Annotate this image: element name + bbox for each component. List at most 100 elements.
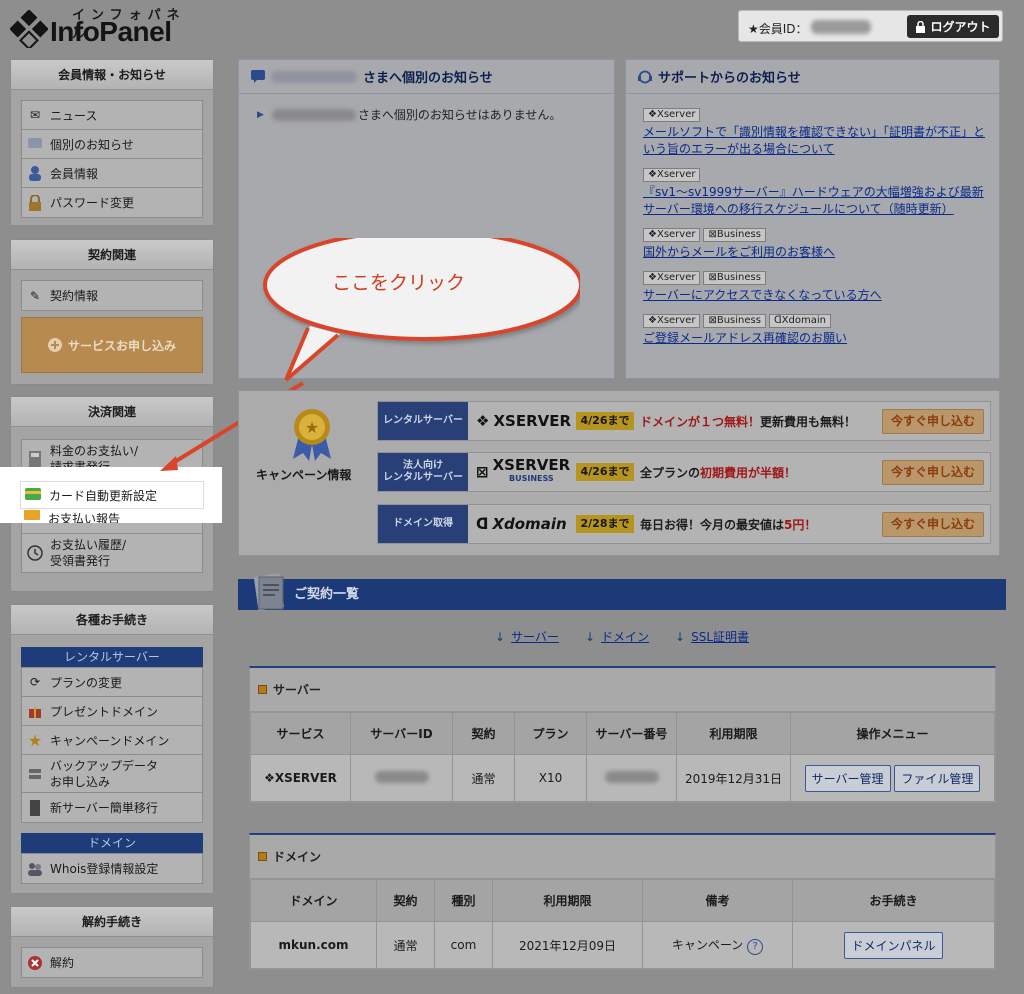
col-note: 備考 (642, 879, 793, 922)
sidebar-item-whois[interactable]: Whois登録情報設定 (22, 854, 202, 883)
support-news-link[interactable]: 『sv1～sv1999サーバー』ハードウェアの大幅増強および最新 (643, 184, 999, 201)
campaign-deadline: 4/26まで (576, 412, 634, 430)
cell-expiry: 2019年12月31日 (676, 754, 791, 802)
col-type: 種別 (434, 879, 493, 922)
support-news-link[interactable]: 国外からメールをご利用のお客様へ (643, 244, 999, 261)
sidebar-item-label: お支払い履歴/受領書発行 (50, 538, 127, 568)
cell-server-id (350, 754, 453, 802)
support-news-link[interactable]: サーバー環境への移行スケジュールについて（随時更新） (643, 201, 999, 218)
help-icon[interactable]: ? (747, 938, 764, 955)
anchor-domain[interactable]: ↓ ドメイン (585, 628, 649, 645)
card-auto-renew-link[interactable]: カード自動更新設定 (20, 481, 204, 509)
sidebar-item-password[interactable]: パスワード変更 (22, 188, 202, 217)
sidebar-item-personal-notice[interactable]: 個別のお知らせ (22, 130, 202, 159)
sidebar-item-label: 個別のお知らせ (50, 137, 134, 152)
sidebar-item-server-migration[interactable]: 新サーバー簡単移行 (22, 793, 202, 822)
sidebar-item-label: 契約情報 (50, 289, 99, 303)
sidebar-rental-server-heading: レンタルサーバー (21, 647, 203, 667)
anchor-ssl[interactable]: ↓ SSL証明書 (675, 628, 749, 645)
logo-diamond-icon (10, 10, 48, 48)
logout-label: ログアウト (930, 20, 991, 34)
sidebar-rental-list: ⟳ プランの変更 プレゼントドメイン ★ キャンペーンドメイン バックアップデータお… (21, 667, 203, 823)
campaign-text: ドメインが１つ無料！更新費用も無料！ (640, 415, 857, 429)
support-news-link[interactable]: メールソフトで「識別情報を確認できない」「証明書が不正」と (643, 124, 999, 141)
sidebar-item-cancel[interactable]: 解約 (22, 948, 202, 977)
sidebar-item-news[interactable]: ✉ ニュース (22, 101, 202, 130)
campaign-brand: ⊠ XSERVER BUSINESS (476, 456, 571, 484)
sidebar-item-plan-change[interactable]: ⟳ プランの変更 (22, 668, 202, 697)
user-icon (26, 164, 44, 182)
support-news-item: ❖Xserver メールソフトで「識別情報を確認できない」「証明書が不正」と いう旨… (643, 106, 999, 158)
support-news-list: ❖Xserver メールソフトで「識別情報を確認できない」「証明書が不正」と いう旨… (626, 94, 999, 347)
support-notice-panel: サポートからのお知らせ ❖Xserver メールソフトで「識別情報を確認できない」… (625, 59, 1000, 379)
headset-icon (638, 70, 652, 83)
service-tag: ❖Xserver (643, 168, 701, 182)
service-tag: ⊠Business (703, 271, 766, 285)
support-news-link[interactable]: サーバーにアクセスできなくなっている方へ (643, 287, 999, 304)
news-icon: ✉ (29, 108, 41, 122)
sidebar-item-label: ニュース (50, 108, 98, 123)
payment-report-icon (24, 510, 42, 523)
personal-notice-title: さまへ個別のお知らせ (239, 60, 614, 94)
col-contract: 契約 (376, 879, 435, 922)
calculator-icon (26, 450, 44, 468)
apply-now-button[interactable]: 今すぐ申し込む (882, 512, 984, 537)
callout-text: ここをクリック (332, 272, 466, 294)
sidebar-item-campaign-domain[interactable]: ★ キャンペーンドメイン (22, 726, 202, 755)
service-tag: ⊠Business (703, 228, 766, 242)
col-expiry: 利用期限 (676, 712, 791, 755)
support-news-item: ❖Xserver ⊠Business サーバーにアクセスできなくなっている方へ (643, 269, 999, 304)
sidebar-item-member-info[interactable]: 会員情報 (22, 159, 202, 188)
col-actions: 操作メニュー (790, 712, 995, 755)
sidebar-item-backup[interactable]: バックアップデータ お申し込み (22, 755, 202, 793)
domain-table-title: ドメイン (250, 835, 995, 879)
cell-server-number (586, 754, 677, 802)
sidebar-item-present-domain[interactable]: プレゼントドメイン (22, 697, 202, 726)
apply-now-button[interactable]: 今すぐ申し込む (882, 409, 984, 434)
domain-panel-button[interactable]: ドメインパネル (844, 931, 943, 959)
support-notice-title: サポートからのお知らせ (626, 60, 999, 94)
service-tag: ❖Xserver (643, 314, 701, 328)
server-id-redacted (374, 770, 429, 783)
campaign-row-label: ドメイン取得 (378, 505, 468, 543)
apply-now-button[interactable]: 今すぐ申し込む (882, 460, 984, 485)
sidebar-item-label: パスワード変更 (50, 196, 135, 210)
support-news-item: ❖Xserver ⊠Business ᗡXdomain ご登録メールアドレス再確認のお… (643, 312, 999, 347)
support-news-item: ❖Xserver ⊠Business 国外からメールをご利用のお客様へ (643, 226, 999, 261)
cell-plan: X10 (514, 754, 587, 802)
username-redacted (271, 70, 357, 83)
member-id-box: ★会員ID： ログアウト (738, 10, 1003, 42)
cell-note: キャンペーン ? (642, 921, 793, 969)
support-news-link[interactable]: ご登録メールアドレス再確認のお願い (643, 330, 999, 347)
table-row: ❖XSERVER 通常 X10 2019年12月31日 サーバー管理 ファイル管… (250, 754, 995, 802)
campaign-label: キャンペーン情報 (256, 468, 352, 482)
file-manage-button[interactable]: ファイル管理 (894, 764, 981, 792)
support-news-link[interactable]: いう旨のエラーが出る場合について (643, 141, 999, 158)
sidebar-member-list: ✉ ニュース 個別のお知らせ 会員情報 パスワード変更 (21, 100, 203, 218)
server-manage-button[interactable]: サーバー管理 (804, 764, 891, 792)
logout-button[interactable]: ログアウト (907, 15, 999, 38)
svg-text:★: ★ (305, 418, 319, 437)
campaign-text: 全プランの初期費用が半額！ (640, 466, 797, 480)
personal-notice-title-text: さまへ個別のお知らせ (363, 71, 493, 86)
down-arrow-icon: ↓ (675, 630, 686, 644)
sidebar-member-title: 会員情報・お知らせ (11, 60, 213, 90)
payment-report-link[interactable]: お支払い報告 (20, 510, 204, 523)
payment-report-label: お支払い報告 (48, 512, 121, 523)
server-table-title: サーバー (250, 668, 995, 712)
xserver-logo-icon: ❖ (264, 771, 275, 785)
cancel-circle-icon (26, 954, 44, 972)
sidebar-item-payment-history[interactable]: お支払い履歴/受領書発行 (22, 534, 202, 572)
orange-square-icon (258, 685, 267, 694)
orange-square-icon (258, 852, 267, 861)
infopanel-logo[interactable]: インフォパネル InfoPanel (10, 4, 200, 50)
star-icon: ★ (27, 730, 43, 750)
campaign-row-label: レンタルサーバー (378, 402, 468, 440)
service-tag: ⊠Business (703, 314, 766, 328)
brand-logo-icon: ⊠ (476, 463, 489, 481)
cell-service: ❖XSERVER (250, 754, 351, 802)
personal-notice-message: ▶ さまへ個別のお知らせはありません。 (239, 94, 614, 123)
sidebar-domain-list: Whois登録情報設定 (21, 853, 203, 884)
anchor-server[interactable]: ↓ サーバー (495, 628, 559, 645)
col-domain: ドメイン (250, 879, 377, 922)
